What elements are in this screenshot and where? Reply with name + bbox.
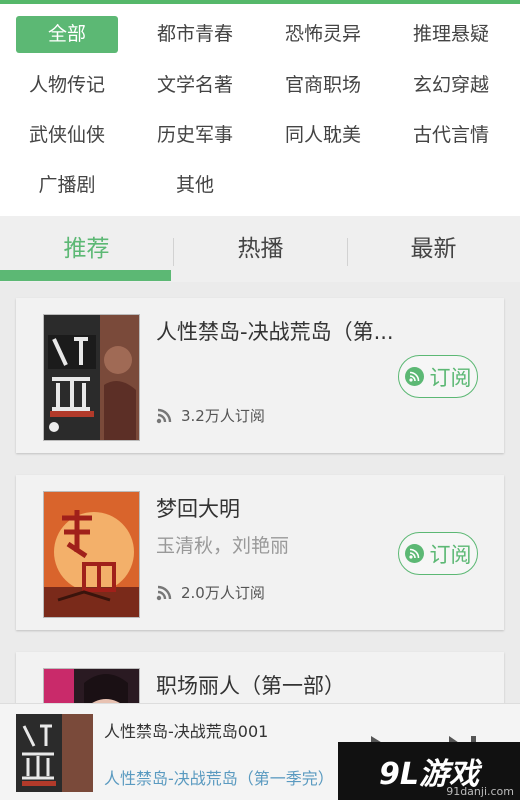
album-title: 职场丽人（第一部）	[156, 674, 345, 698]
tab-recommended[interactable]: 推荐	[0, 216, 173, 278]
album-title: 梦回大明	[156, 497, 240, 521]
player-cover-art	[16, 714, 93, 792]
watermark-url: 91danji.com	[446, 785, 514, 798]
rss-icon	[404, 544, 424, 563]
subscriber-count: 2.0万人订阅	[156, 582, 265, 603]
album-card[interactable]: 梦回大明 玉清秋，刘艳丽 2.0万人订阅 订阅	[16, 475, 504, 630]
category-fanfic[interactable]: 同人耽美	[272, 117, 374, 154]
album-title: 人性禁岛-决战荒岛（第...	[156, 320, 394, 344]
category-urban-youth[interactable]: 都市青春	[144, 16, 246, 53]
category-horror[interactable]: 恐怖灵异	[272, 16, 374, 53]
category-ancient-romance[interactable]: 古代言情	[400, 117, 502, 154]
subscribe-label: 订阅	[429, 365, 472, 390]
book-cover-menghui-daming	[43, 491, 140, 618]
subscriber-count-text: 3.2万人订阅	[181, 407, 265, 425]
album-author: 玉清秋，刘艳丽	[156, 535, 290, 557]
site-watermark: 9L游戏 91danji.com	[338, 742, 520, 800]
category-other[interactable]: 其他	[144, 167, 246, 204]
now-playing-album: 人性禁岛-决战荒岛（第一季完）	[104, 769, 334, 788]
rss-icon	[404, 367, 424, 386]
category-literature[interactable]: 文学名著	[144, 67, 246, 104]
category-all[interactable]: 全部	[16, 16, 118, 53]
category-biography[interactable]: 人物传记	[16, 67, 118, 104]
subscribe-label: 订阅	[429, 542, 472, 567]
rss-icon	[156, 408, 172, 424]
category-history[interactable]: 历史军事	[144, 117, 246, 154]
tab-hot[interactable]: 热播	[174, 216, 347, 278]
category-business[interactable]: 官商职场	[272, 67, 374, 104]
category-wuxia[interactable]: 武侠仙侠	[16, 117, 118, 154]
category-grid: 全部 都市青春 恐怖灵异 推理悬疑 人物传记 文学名著 官商职场 玄幻穿越 武侠…	[0, 4, 520, 216]
active-tab-indicator	[0, 270, 171, 281]
subscriber-count: 3.2万人订阅	[156, 405, 265, 426]
subscriber-count-text: 2.0万人订阅	[181, 584, 265, 602]
category-mystery[interactable]: 推理悬疑	[400, 16, 502, 53]
book-cover-renxing-jindao	[43, 314, 140, 441]
category-radio-drama[interactable]: 广播剧	[16, 167, 118, 204]
album-card[interactable]: 人性禁岛-决战荒岛（第... 3.2万人订阅 订阅	[16, 298, 504, 453]
now-playing-track: 人性禁岛-决战荒岛001	[104, 722, 269, 741]
category-fantasy[interactable]: 玄幻穿越	[400, 67, 502, 104]
rss-icon	[156, 585, 172, 601]
subscribe-button[interactable]: 订阅	[398, 532, 478, 575]
tab-latest[interactable]: 最新	[347, 216, 520, 278]
subscribe-button[interactable]: 订阅	[398, 355, 478, 398]
